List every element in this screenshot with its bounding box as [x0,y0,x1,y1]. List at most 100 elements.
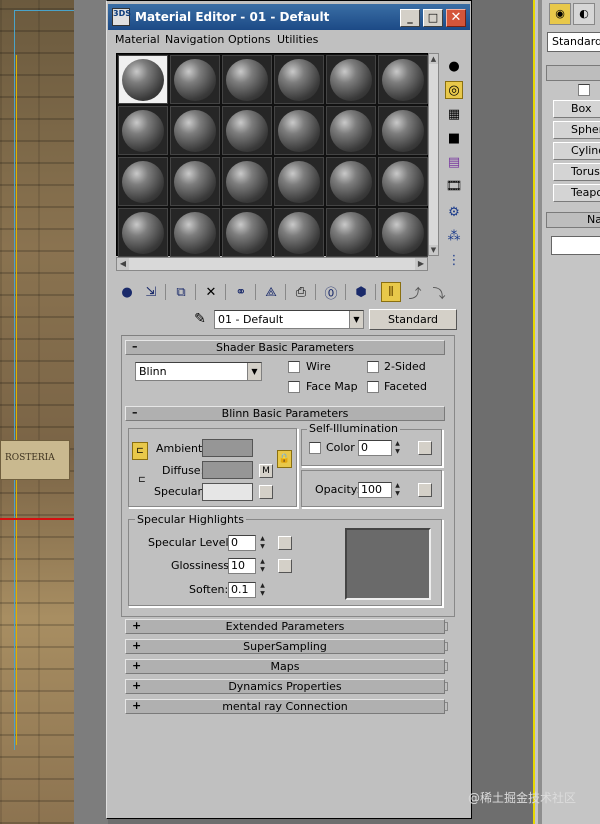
create-teapot-button[interactable]: Teapot [553,184,600,202]
blinn-basic-rollout-header[interactable]: – Blinn Basic Parameters [125,406,445,421]
create-shapes-icon[interactable]: ◐ [573,3,595,25]
sample-slot[interactable] [118,55,168,104]
specular-color-swatch[interactable] [202,483,253,501]
opacity-spinner[interactable]: 100 [358,482,392,498]
extended-parameters-rollout-header[interactable]: + Extended Parameters [125,619,448,634]
maximize-button[interactable]: □ [423,9,443,27]
self-illum-color-checkbox[interactable] [309,442,321,454]
object-type-rollout[interactable] [546,65,600,81]
sample-uv-tiling-icon[interactable]: ■ [445,129,463,147]
video-color-check-icon[interactable]: ▤ [445,153,463,171]
backlight-icon[interactable]: ◎ [445,81,463,99]
sample-slot[interactable] [274,106,324,155]
shader-dropdown[interactable]: Blinn ▼ [135,362,262,381]
material-type-button[interactable]: Standard [369,309,457,330]
put-to-scene-icon[interactable]: ⇲ [141,282,161,302]
scroll-up-icon[interactable]: ▲ [429,54,438,64]
assign-material-icon[interactable]: ⧉ [171,282,191,302]
sample-slot[interactable] [170,208,220,257]
diffuse-map-button[interactable]: M [259,464,273,478]
sample-slot[interactable] [274,208,324,257]
put-to-library-icon[interactable]: ⎙ [291,282,311,302]
create-sphere-button[interactable]: Sphere [553,121,600,139]
sample-type-sphere-icon[interactable]: ● [445,57,463,75]
sample-slot[interactable] [222,208,272,257]
get-material-icon[interactable]: ● [117,282,137,302]
sample-slot[interactable] [118,157,168,206]
create-geometry-icon[interactable]: ◉ [549,3,571,25]
lock-ambient-diffuse-icon[interactable]: ⊏ [132,442,148,460]
supersampling-rollout-header[interactable]: + SuperSampling [125,639,448,654]
menu-options[interactable]: Options [228,33,270,46]
delete-icon[interactable]: ✕ [201,282,221,302]
glossiness-spinner[interactable]: 10 [228,558,256,574]
sample-slot[interactable] [170,55,220,104]
sample-slot[interactable] [326,208,376,257]
soften-spinner[interactable]: 0.1 [228,582,256,598]
select-by-material-icon[interactable]: ⁂ [445,227,463,245]
two-sided-checkbox[interactable] [367,361,379,373]
sample-slot[interactable] [274,55,324,104]
self-illum-map-button[interactable] [418,441,432,455]
sample-slot[interactable] [378,106,428,155]
material-id-channel-icon[interactable]: ⓪ [321,282,341,302]
background-checker-icon[interactable]: ▦ [445,105,463,123]
minimize-button[interactable]: _ [400,9,420,27]
specular-map-button[interactable] [259,485,273,499]
close-button[interactable]: ✕ [446,9,466,27]
mental-ray-connection-rollout-header[interactable]: + mental ray Connection [125,699,448,714]
material-navigator-icon[interactable]: ⋮ [445,251,463,269]
object-name-field[interactable] [551,236,600,255]
specular-level-spinner[interactable]: 0 [228,535,256,551]
sample-slot[interactable] [326,157,376,206]
sample-slot[interactable] [118,208,168,257]
menu-utilities[interactable]: Utilities [277,33,318,46]
sample-slot[interactable] [326,106,376,155]
create-torus-button[interactable]: Torus [553,163,600,181]
create-cylinder-button[interactable]: Cylinder [553,142,600,160]
menu-material[interactable]: Material [115,33,160,46]
maps-rollout-header[interactable]: + Maps [125,659,448,674]
sample-slots-vertical-scrollbar[interactable]: ▲ ▼ [428,53,439,256]
spinner-arrows-icon[interactable]: ▲ ▼ [258,558,267,574]
shader-basic-rollout-header[interactable]: – Shader Basic Parameters [125,340,445,355]
sample-slot[interactable] [118,106,168,155]
command-panel-dropdown[interactable]: Standard P [547,32,600,52]
menu-navigation[interactable]: Navigation [165,33,224,46]
sample-slot[interactable] [274,157,324,206]
sample-slot[interactable] [326,55,376,104]
title-bar[interactable]: 3DS Material Editor - 01 - Default _ □ ✕ [108,4,470,30]
chevron-down-icon[interactable]: ▼ [247,363,261,380]
scroll-left-icon[interactable]: ◀ [117,258,129,270]
chevron-down-icon[interactable]: ▼ [349,311,363,328]
sample-slot[interactable] [222,157,272,206]
dynamics-properties-rollout-header[interactable]: + Dynamics Properties [125,679,448,694]
spinner-arrows-icon[interactable]: ▲ ▼ [393,440,402,456]
sample-slot[interactable] [170,106,220,155]
autogrid-checkbox[interactable] [578,84,590,96]
go-forward-sibling-icon[interactable]: ⤵ [429,282,449,302]
ambient-color-swatch[interactable] [202,439,253,457]
diffuse-color-swatch[interactable] [202,461,253,479]
sample-slot[interactable] [222,106,272,155]
make-preview-icon[interactable]: 🎞 [445,177,463,195]
glossiness-map-button[interactable] [278,559,292,573]
spinner-arrows-icon[interactable]: ▲ ▼ [258,582,267,598]
name-color-rollout[interactable]: Na [546,212,600,228]
opacity-map-button[interactable] [418,483,432,497]
sample-slot[interactable] [170,157,220,206]
make-copy-icon[interactable]: ⚭ [231,282,251,302]
material-name-field[interactable]: 01 - Default ▼ [214,310,364,329]
sample-slot[interactable] [378,208,428,257]
scroll-down-icon[interactable]: ▼ [429,245,438,255]
spinner-arrows-icon[interactable]: ▲ ▼ [258,535,267,551]
spinner-arrows-icon[interactable]: ▲ ▼ [393,482,402,498]
faceted-checkbox[interactable] [367,381,379,393]
go-to-parent-icon[interactable]: ⤴ [405,282,425,302]
create-box-button[interactable]: Box [553,100,600,118]
specular-level-map-button[interactable] [278,536,292,550]
self-illum-spinner[interactable]: 0 [358,440,392,456]
sample-slots-horizontal-scrollbar[interactable]: ◀ ▶ [116,257,428,271]
scroll-right-icon[interactable]: ▶ [415,258,427,270]
face-map-checkbox[interactable] [288,381,300,393]
